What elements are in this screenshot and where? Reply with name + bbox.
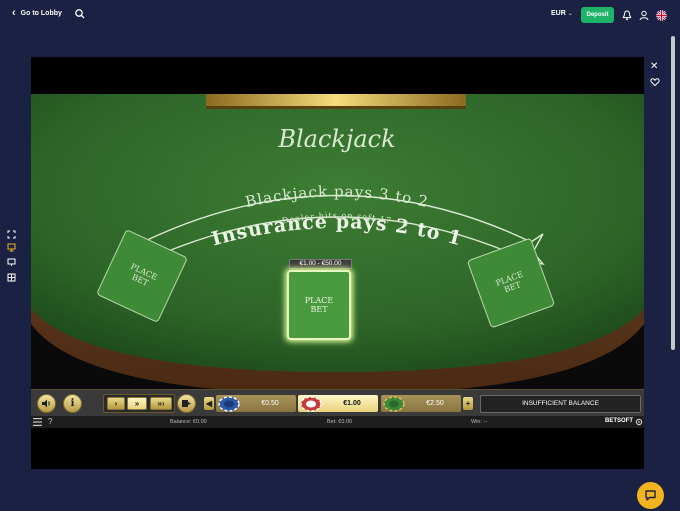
chevron-down-icon: ⌄ — [567, 11, 573, 17]
help-icon[interactable]: ? — [48, 417, 52, 426]
chip-250-button[interactable]: €2.50 — [381, 395, 461, 412]
mobile-icon[interactable] — [7, 258, 16, 267]
uk-flag-icon[interactable] — [656, 10, 667, 21]
chip-value: €0.50 — [261, 400, 279, 407]
currency-value: EUR — [551, 10, 566, 17]
double-chevron-icon: » — [134, 399, 140, 408]
bell-icon[interactable] — [622, 10, 632, 21]
betsoft-logo: BETSOFT — [605, 418, 633, 424]
currency-select[interactable]: EUR ⌄ — [551, 10, 573, 17]
plus-icon: + — [465, 399, 471, 408]
speed-turbo-button[interactable]: »› — [150, 397, 172, 410]
go-to-lobby-label: Go to Lobby — [20, 10, 62, 17]
chip-050-button[interactable]: €0.50 — [216, 395, 296, 412]
insufficient-balance-message: INSUFFICIENT BALANCE — [480, 395, 641, 413]
scrollbar-thumb[interactable] — [671, 36, 675, 350]
heart-icon[interactable] — [650, 77, 660, 87]
speed-normal-button[interactable]: › — [107, 397, 125, 410]
autoplay-icon — [182, 400, 191, 407]
info-button[interactable]: i — [63, 394, 82, 413]
bet-spot-center[interactable]: PLACE BET — [287, 270, 351, 340]
blackjack-table: Blackjack Blackjack pays 3 to 2 Dealer h… — [31, 94, 644, 389]
place-bet-label: PLACE BET — [494, 269, 525, 295]
control-bar: i › » »› ◀ €0.50 €1.00 €2.50 + INSUFFICI… — [31, 389, 644, 416]
close-icon[interactable]: ✕ — [650, 61, 658, 72]
single-chevron-icon: › — [114, 399, 118, 408]
speed-fast-button[interactable]: » — [127, 397, 147, 410]
user-icon[interactable] — [639, 10, 649, 21]
autoplay-button[interactable] — [177, 394, 196, 413]
triple-chevron-icon: »› — [157, 399, 165, 408]
chevron-left-icon: ◀ — [205, 399, 213, 408]
game-frame: Blackjack Blackjack pays 3 to 2 Dealer h… — [31, 57, 644, 469]
chip-scroll-left-button[interactable]: ◀ — [204, 397, 214, 410]
chip-value: €1.00 — [343, 400, 361, 407]
chat-bubble-icon — [645, 490, 656, 501]
info-icon: i — [70, 398, 75, 409]
blue-chip-icon — [218, 396, 240, 412]
deposit-button[interactable]: Deposit — [581, 7, 614, 23]
place-bet-label: PLACE BET — [129, 261, 159, 288]
desktop-icon[interactable] — [7, 243, 16, 252]
speaker-icon — [42, 399, 50, 408]
settings-icon[interactable] — [635, 418, 643, 426]
bet-limits-label: €1.00 - €50.00 — [289, 259, 352, 269]
chip-100-button[interactable]: €1.00 — [298, 395, 378, 412]
chip-value: €2.50 — [426, 400, 444, 407]
chevron-left-icon: ‹ — [12, 7, 16, 19]
menu-icon[interactable] — [33, 418, 42, 426]
fullscreen-icon[interactable] — [7, 230, 16, 239]
top-bar: ‹ Go to Lobby EUR ⌄ Deposit — [0, 0, 680, 32]
place-bet-label: PLACE BET — [304, 296, 334, 314]
search-icon[interactable] — [74, 8, 86, 20]
sound-button[interactable] — [37, 394, 56, 413]
chat-button[interactable] — [637, 482, 664, 509]
grid-icon[interactable] — [7, 273, 16, 282]
chip-scroll-right-button[interactable]: + — [463, 397, 473, 410]
table-title: Blackjack — [277, 125, 395, 153]
red-chip-icon — [300, 396, 322, 412]
bet-display: Bet: €0.00 — [327, 419, 353, 425]
status-bar: ? Balance: €0.00 Bet: €0.00 Win: -- BETS… — [31, 416, 644, 428]
balance-display: Balance: €0.00 — [170, 419, 207, 425]
green-chip-icon — [383, 396, 405, 412]
win-display: Win: -- — [471, 419, 488, 425]
game-speed-group: › » »› — [103, 394, 175, 413]
go-to-lobby-link[interactable]: ‹ Go to Lobby — [12, 8, 62, 19]
